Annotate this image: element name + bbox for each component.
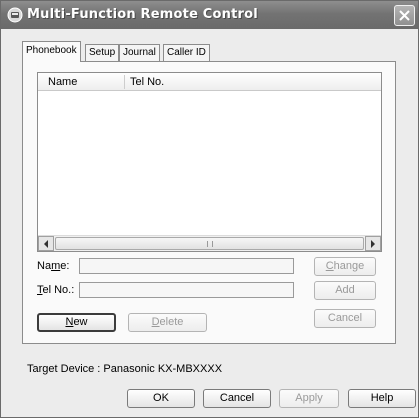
scrollbar-thumb[interactable]: [55, 237, 364, 250]
window-title: Multi-Function Remote Control: [27, 7, 258, 22]
grip-icon: [206, 241, 213, 247]
change-button[interactable]: Change: [314, 257, 376, 276]
column-header-tel[interactable]: Tel No.: [130, 76, 164, 88]
close-icon: [399, 10, 410, 21]
cancel-edit-button[interactable]: Cancel: [314, 309, 376, 328]
name-label: Name:: [37, 260, 70, 272]
app-icon[interactable]: [7, 7, 23, 23]
column-header-name[interactable]: Name: [48, 76, 77, 88]
help-button[interactable]: Help: [348, 389, 416, 408]
tel-label: Tel No.:: [37, 284, 75, 296]
name-field[interactable]: [79, 258, 294, 274]
add-button[interactable]: Add: [314, 281, 376, 300]
tab-label: Caller ID: [167, 47, 206, 58]
column-divider[interactable]: [124, 75, 125, 89]
delete-button[interactable]: Delete: [128, 313, 207, 332]
arrow-left-icon: [44, 239, 48, 248]
dialog-window: Multi-Function Remote Control Phonebook …: [0, 0, 419, 418]
tab-phonebook[interactable]: Phonebook: [22, 41, 81, 62]
close-button[interactable]: [394, 5, 415, 26]
cancel-button[interactable]: Cancel: [203, 389, 271, 408]
phonebook-panel: Name Tel No. Name: Tel No.: Change Add C…: [22, 61, 396, 344]
tab-setup[interactable]: Setup: [85, 44, 120, 61]
horizontal-scrollbar[interactable]: [38, 235, 381, 251]
apply-button[interactable]: Apply: [279, 389, 339, 408]
scroll-left-button[interactable]: [38, 236, 54, 251]
tab-label: Journal: [123, 47, 156, 58]
ok-button[interactable]: OK: [127, 389, 195, 408]
tab-journal[interactable]: Journal: [119, 44, 160, 61]
new-button[interactable]: New: [37, 313, 116, 332]
title-bar[interactable]: Multi-Function Remote Control: [1, 1, 418, 29]
arrow-right-icon: [371, 239, 375, 248]
tel-field[interactable]: [79, 282, 294, 298]
tab-label: Phonebook: [26, 45, 77, 56]
target-device-label: Target Device : Panasonic KX-MBXXXX: [27, 363, 223, 375]
tab-label: Setup: [89, 47, 116, 58]
scroll-right-button[interactable]: [365, 236, 381, 251]
list-header: Name Tel No.: [38, 73, 381, 91]
tab-caller-id[interactable]: Caller ID: [163, 44, 210, 61]
phonebook-list[interactable]: Name Tel No.: [37, 72, 382, 252]
